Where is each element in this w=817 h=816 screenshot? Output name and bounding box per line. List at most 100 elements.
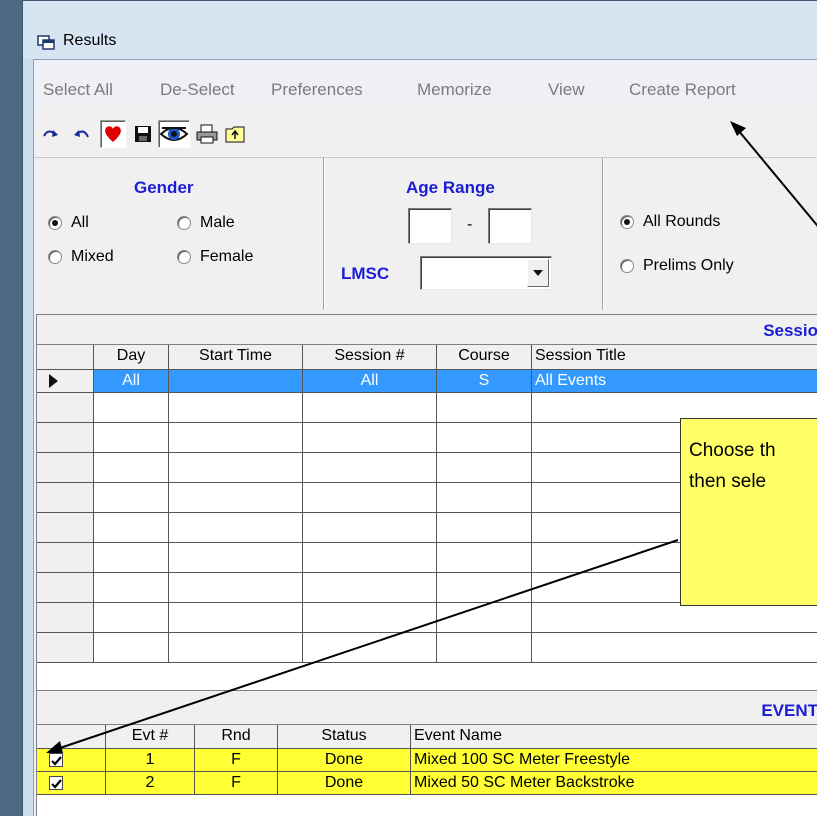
session-day-cell[interactable]: All — [94, 370, 169, 393]
empty-cell[interactable] — [437, 513, 532, 543]
menu-create-report[interactable]: Create Report — [629, 80, 736, 100]
empty-cell[interactable] — [437, 483, 532, 513]
event-num-cell[interactable]: 2 — [106, 772, 195, 795]
empty-cell[interactable] — [94, 393, 169, 423]
empty-cell[interactable] — [169, 483, 303, 513]
empty-cell[interactable] — [437, 603, 532, 633]
empty-cell[interactable] — [169, 573, 303, 603]
empty-cell[interactable] — [303, 513, 437, 543]
prelims-only-radio[interactable]: Prelims Only — [620, 257, 734, 275]
gender-male-radio[interactable]: Male — [177, 214, 235, 232]
empty-cell[interactable] — [303, 393, 437, 423]
event-checkbox[interactable] — [37, 749, 106, 772]
row-pointer-icon[interactable] — [37, 370, 94, 393]
empty-cell[interactable] — [94, 483, 169, 513]
col-day[interactable]: Day — [94, 345, 169, 370]
row-header[interactable] — [37, 453, 94, 483]
row-header[interactable] — [37, 543, 94, 573]
undo-icon[interactable] — [68, 120, 94, 148]
menu-view[interactable]: View — [548, 80, 585, 100]
menu-preferences[interactable]: Preferences — [271, 80, 363, 100]
eye-icon[interactable] — [158, 120, 190, 148]
gender-all-radio[interactable]: All — [48, 214, 89, 232]
row-header[interactable] — [37, 483, 94, 513]
all-rounds-radio[interactable]: All Rounds — [620, 213, 720, 231]
empty-cell[interactable] — [94, 573, 169, 603]
empty-cell[interactable] — [303, 633, 437, 663]
col-evt-num[interactable]: Evt # — [106, 725, 195, 749]
session-num-cell[interactable]: All — [303, 370, 437, 393]
empty-cell[interactable] — [94, 543, 169, 573]
col-session-num[interactable]: Session # — [303, 345, 437, 370]
menu-select-all[interactable]: Select All — [43, 80, 113, 100]
empty-cell[interactable] — [94, 603, 169, 633]
col-course[interactable]: Course — [437, 345, 532, 370]
session-course-cell[interactable]: S — [437, 370, 532, 393]
age-max-field[interactable] — [488, 208, 532, 244]
event-num-cell[interactable]: 1 — [106, 749, 195, 772]
export-icon[interactable] — [222, 120, 248, 148]
radio-dot — [177, 250, 191, 264]
empty-cell[interactable] — [94, 633, 169, 663]
col-start-time[interactable]: Start Time — [169, 345, 303, 370]
empty-cell[interactable] — [532, 633, 817, 663]
empty-cell[interactable] — [532, 603, 817, 633]
empty-cell[interactable] — [169, 603, 303, 633]
dropdown-arrow-icon[interactable] — [527, 259, 549, 287]
session-title-cell[interactable]: All Events — [532, 370, 817, 393]
row-header[interactable] — [37, 633, 94, 663]
filter-bar: Gender All Male Mixed Female Age Range -… — [34, 158, 817, 310]
gender-mixed-radio[interactable]: Mixed — [48, 248, 114, 266]
empty-cell[interactable] — [437, 453, 532, 483]
row-header[interactable] — [37, 423, 94, 453]
empty-cell[interactable] — [169, 423, 303, 453]
event-checkbox[interactable] — [37, 772, 106, 795]
empty-cell[interactable] — [437, 543, 532, 573]
col-rnd[interactable]: Rnd — [195, 725, 278, 749]
empty-cell[interactable] — [303, 483, 437, 513]
radio-label: Male — [200, 214, 235, 231]
title-bar[interactable]: Results — [23, 1, 817, 59]
empty-cell[interactable] — [303, 573, 437, 603]
empty-cell[interactable] — [303, 423, 437, 453]
print-icon[interactable] — [194, 120, 220, 148]
empty-cell[interactable] — [437, 573, 532, 603]
col-event-name[interactable]: Event Name — [411, 725, 817, 749]
empty-cell[interactable] — [303, 543, 437, 573]
age-min-field[interactable] — [408, 208, 452, 244]
redo-icon[interactable] — [38, 120, 64, 148]
col-status[interactable]: Status — [278, 725, 411, 749]
empty-cell[interactable] — [303, 603, 437, 633]
empty-cell[interactable] — [169, 453, 303, 483]
empty-cell[interactable] — [169, 543, 303, 573]
empty-cell[interactable] — [94, 453, 169, 483]
row-header[interactable] — [37, 573, 94, 603]
col-session-title[interactable]: Session Title — [532, 345, 817, 370]
event-rnd-cell[interactable]: F — [195, 772, 278, 795]
event-status-cell[interactable]: Done — [278, 772, 411, 795]
empty-cell[interactable] — [94, 513, 169, 543]
empty-cell[interactable] — [437, 393, 532, 423]
empty-cell[interactable] — [169, 633, 303, 663]
empty-cell[interactable] — [94, 423, 169, 453]
event-rnd-cell[interactable]: F — [195, 749, 278, 772]
empty-cell[interactable] — [437, 423, 532, 453]
event-name-cell[interactable]: Mixed 100 SC Meter Freestyle — [411, 749, 817, 772]
row-header[interactable] — [37, 393, 94, 423]
row-header[interactable] — [37, 513, 94, 543]
gender-female-radio[interactable]: Female — [177, 248, 253, 266]
save-icon[interactable] — [130, 120, 156, 148]
menu-de-select[interactable]: De-Select — [160, 80, 235, 100]
menu-memorize[interactable]: Memorize — [417, 80, 492, 100]
empty-cell[interactable] — [437, 633, 532, 663]
event-name-cell[interactable]: Mixed 50 SC Meter Backstroke — [411, 772, 817, 795]
heart-icon[interactable] — [100, 120, 126, 148]
row-header[interactable] — [37, 603, 94, 633]
empty-cell[interactable] — [169, 393, 303, 423]
empty-cell[interactable] — [169, 513, 303, 543]
empty-cell[interactable] — [303, 453, 437, 483]
events-caption-bar: EVENT — [37, 691, 817, 725]
event-status-cell[interactable]: Done — [278, 749, 411, 772]
lmsc-select[interactable] — [420, 256, 552, 290]
session-start-cell[interactable] — [169, 370, 303, 393]
